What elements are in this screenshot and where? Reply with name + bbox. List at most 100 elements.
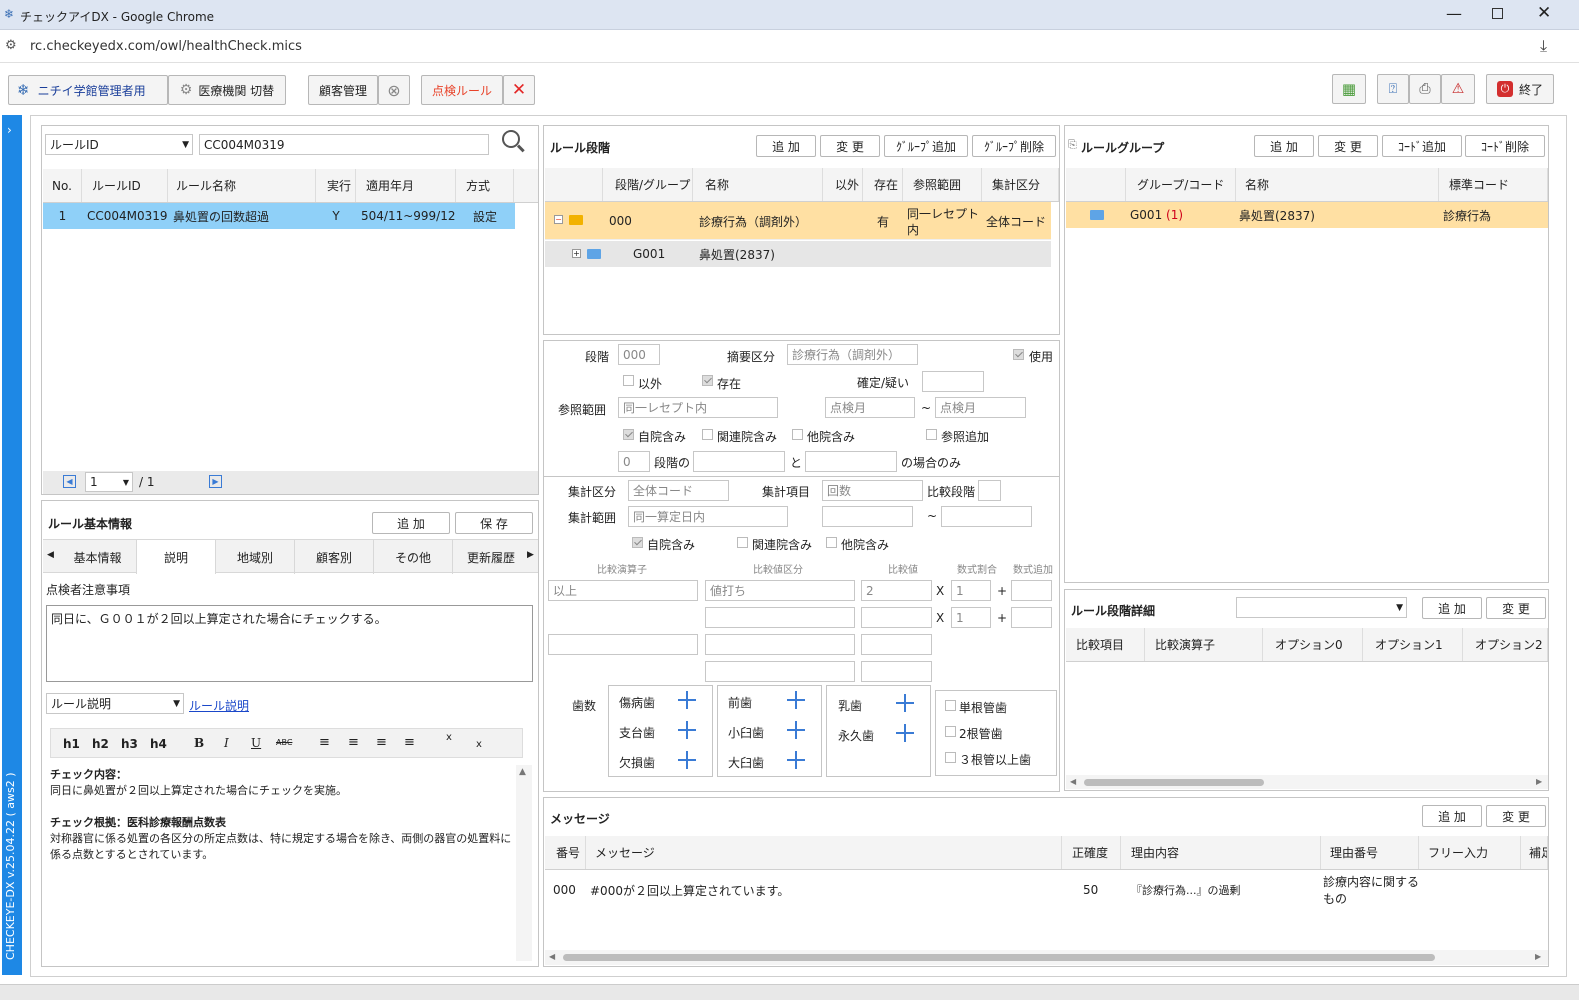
confirm-input[interactable] — [922, 371, 984, 392]
stage-input[interactable]: 000 — [618, 344, 660, 365]
ratio-input[interactable]: 1 — [951, 580, 991, 601]
layout-button[interactable]: ▦ — [1332, 74, 1366, 104]
detail-add-button[interactable]: 追 加 — [1422, 597, 1482, 619]
add2-input[interactable] — [1011, 607, 1052, 628]
kind-input[interactable]: 値打ち — [705, 580, 855, 601]
stage-a-input[interactable] — [693, 451, 785, 472]
other-checkbox[interactable] — [623, 375, 634, 386]
others2-checkbox[interactable] — [826, 537, 837, 548]
op-input[interactable]: 以上 — [548, 580, 698, 601]
canal3-checkbox[interactable] — [945, 752, 956, 763]
strike-button[interactable]: ABC — [276, 738, 292, 747]
detail-select[interactable]: ▼ — [1236, 597, 1407, 618]
superscript-icon[interactable]: x — [446, 732, 452, 743]
stage-add-button[interactable]: 追 加 — [756, 135, 816, 157]
stage-change-button[interactable]: 変 更 — [820, 135, 880, 157]
download-icon[interactable]: ⤓ — [1540, 36, 1547, 56]
next-page-icon[interactable]: ▶ — [209, 475, 222, 488]
customer-button[interactable]: 顧客管理 — [308, 75, 378, 105]
op3-input[interactable] — [548, 634, 698, 655]
align-left-icon[interactable]: ≡ — [319, 735, 330, 750]
scroll-right-icon[interactable]: ▶ — [1535, 952, 1541, 961]
add-input[interactable] — [1011, 580, 1052, 601]
stage-row-000[interactable]: − 000 診療行為（調剤外） 有 同一レセプト内 全体コード — [545, 202, 1051, 240]
table-row[interactable]: 1 CC004M0319 鼻処置の回数超過 Y 504/11~999/12 設定 — [43, 203, 515, 229]
help-button[interactable]: ⍰ — [1377, 74, 1409, 104]
page-select[interactable]: 1 ▼ — [85, 472, 133, 492]
close-icon[interactable]: ✕ — [1537, 3, 1551, 23]
val3-input[interactable] — [861, 634, 932, 655]
scroll-thumb[interactable] — [1084, 779, 1264, 786]
basic-add-button[interactable]: 追 加 — [372, 512, 450, 534]
group-row[interactable]: G001 (1) 鼻処置(2837) 診療行為 — [1066, 202, 1548, 228]
subscript-icon[interactable]: x — [476, 739, 482, 750]
underline-button[interactable]: U — [251, 736, 261, 750]
customer-close-button[interactable]: ⊗ — [378, 75, 410, 105]
group-delete-button[interactable]: ｸﾞﾙｰﾌﾟ削除 — [972, 135, 1056, 157]
alert-button[interactable]: ⚠ — [1441, 74, 1475, 104]
tab-region[interactable]: 地域別 — [216, 540, 295, 574]
collapse-icon[interactable]: − — [554, 215, 563, 224]
ref-range-input[interactable]: 同一レセプト内 — [618, 397, 778, 418]
message-add-button[interactable]: 追 加 — [1422, 805, 1482, 827]
rule-button[interactable]: 点検ルール — [421, 75, 503, 105]
plus-icon[interactable] — [787, 721, 805, 739]
print-button[interactable]: ⎙ — [1409, 74, 1441, 104]
h4-button[interactable]: h4 — [150, 737, 167, 751]
align-center-icon[interactable]: ≡ — [348, 735, 359, 750]
self2-checkbox[interactable] — [632, 537, 643, 548]
tab-basic[interactable]: 基本情報 — [59, 540, 137, 574]
related2-checkbox[interactable] — [737, 537, 748, 548]
h2-button[interactable]: h2 — [92, 737, 109, 751]
self-checkbox[interactable] — [623, 429, 634, 440]
month-from-input[interactable]: 点検月 — [825, 397, 915, 418]
user-button[interactable]: ❄ ニチイ学館管理者用 — [8, 75, 168, 105]
val-input[interactable]: 2 — [861, 580, 932, 601]
align-right-icon[interactable]: ≡ — [376, 735, 387, 750]
tab-other[interactable]: その他 — [374, 540, 453, 574]
refadd-checkbox[interactable] — [926, 429, 937, 440]
editor-scrollbar[interactable]: ▲ — [516, 765, 532, 961]
scroll-thumb[interactable] — [563, 954, 1435, 961]
expand-row-icon[interactable]: + — [572, 249, 581, 258]
rule-close-button[interactable]: ✕ — [503, 75, 535, 105]
month-to-input[interactable]: 点検月 — [935, 397, 1026, 418]
val2-input[interactable] — [861, 607, 932, 628]
exit-button[interactable]: ⏻ 終了 — [1486, 74, 1554, 104]
h1-button[interactable]: h1 — [63, 737, 80, 751]
h3-button[interactable]: h3 — [121, 737, 138, 751]
detail-change-button[interactable]: 変 更 — [1486, 597, 1546, 619]
minimize-icon[interactable]: — — [1446, 4, 1462, 23]
val4-input[interactable] — [861, 661, 932, 682]
plus-icon[interactable] — [678, 751, 696, 769]
message-change-button[interactable]: 変 更 — [1486, 805, 1546, 827]
cmp-stage-input[interactable] — [978, 480, 1001, 501]
plus-icon[interactable] — [896, 724, 914, 742]
related-checkbox[interactable] — [702, 429, 713, 440]
summary-input[interactable]: 診療行為（調剤外） — [787, 344, 918, 365]
switch-button[interactable]: ⚙ 医療機関 切替 — [168, 75, 286, 105]
plus-icon[interactable] — [787, 691, 805, 709]
code-add-button[interactable]: ｺｰﾄﾞ追加 — [1382, 135, 1462, 157]
url[interactable]: rc.checkeyedx.com/owl/healthCheck.mics — [30, 39, 302, 54]
search-input[interactable]: CC004M0319 — [199, 134, 489, 155]
range-from-input[interactable] — [822, 506, 913, 527]
stage-row-g001[interactable]: + G001 鼻処置(2837) — [545, 241, 1051, 267]
justify-icon[interactable]: ≡ — [404, 735, 415, 750]
code-delete-button[interactable]: ｺｰﾄﾞ削除 — [1465, 135, 1545, 157]
tab-right-arrow[interactable]: ▶ — [527, 550, 534, 560]
group-change-button[interactable]: 変 更 — [1318, 135, 1378, 157]
message-scrollbar[interactable]: ◀ ▶ — [545, 950, 1548, 965]
basic-save-button[interactable]: 保 存 — [455, 512, 533, 534]
scroll-right-icon[interactable]: ▶ — [1536, 777, 1542, 786]
stage-num-input[interactable]: 0 — [618, 451, 650, 472]
others-checkbox[interactable] — [792, 429, 803, 440]
site-settings-icon[interactable]: ⚙ — [5, 38, 17, 53]
tab-customer[interactable]: 顧客別 — [295, 540, 374, 574]
search-field-select[interactable]: ルールID ▼ — [45, 134, 193, 155]
description-link[interactable]: ルール説明 — [189, 697, 249, 714]
range-input[interactable]: 同一算定日内 — [628, 506, 788, 527]
scroll-left-icon[interactable]: ◀ — [1070, 777, 1076, 786]
description-select[interactable]: ルール説明 ▼ — [46, 693, 184, 714]
tab-history[interactable]: 更新履歴 — [453, 540, 529, 574]
